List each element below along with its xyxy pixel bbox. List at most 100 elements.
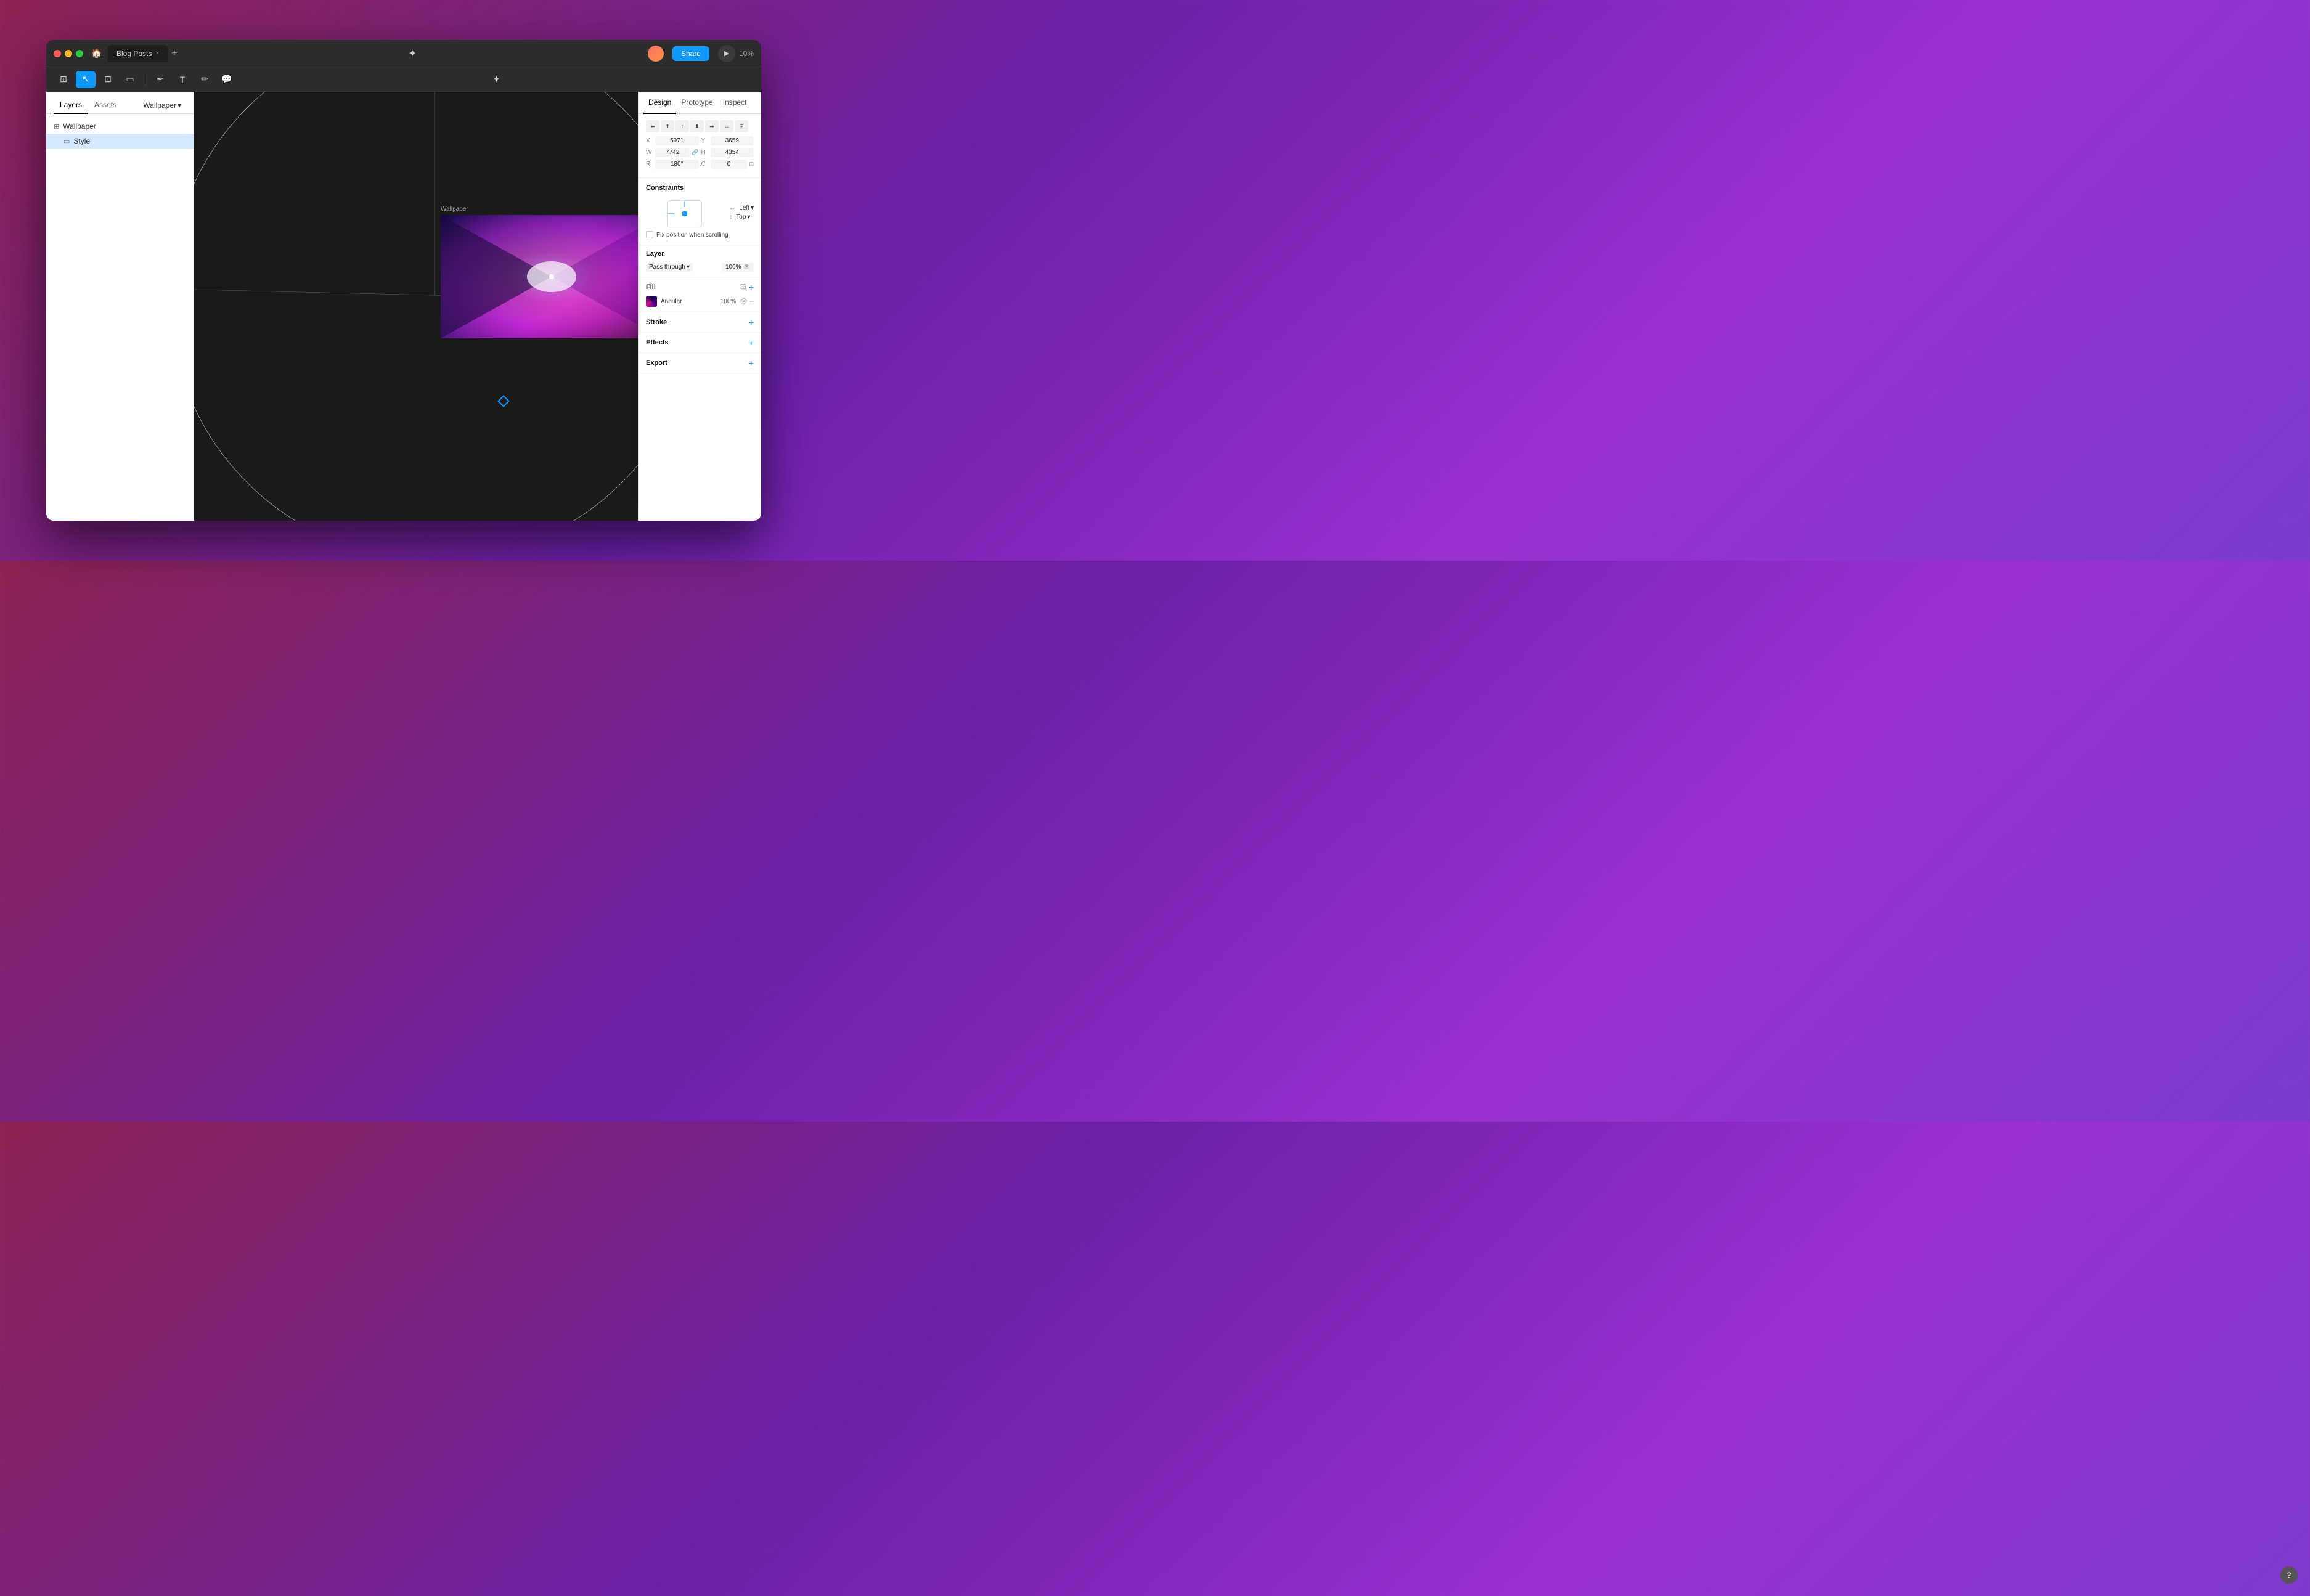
- shape-tool[interactable]: ▭: [120, 71, 140, 88]
- fill-swatch[interactable]: [646, 296, 657, 307]
- effects-section: Effects +: [639, 333, 761, 353]
- panel-tab-inspect[interactable]: Inspect: [718, 92, 752, 114]
- align-left-button[interactable]: ⬅: [646, 120, 659, 132]
- add-export-button[interactable]: +: [749, 358, 754, 368]
- draw-tool[interactable]: ✏: [195, 71, 214, 88]
- add-stroke-button[interactable]: +: [749, 317, 754, 327]
- fix-scroll-label: Fix position when scrolling: [656, 232, 729, 238]
- toolbar-center: ✦: [239, 73, 754, 86]
- fill-item: Angular 100% 👁 −: [646, 296, 754, 307]
- corner-value[interactable]: 0: [711, 160, 748, 169]
- panel-tabs: Design Prototype Inspect: [639, 92, 761, 114]
- constraints-title: Constraints: [646, 184, 754, 192]
- close-button[interactable]: [54, 50, 61, 57]
- align-top-button[interactable]: ⬆: [661, 120, 674, 132]
- gradient-svg: [441, 215, 638, 338]
- constraints-selects: ↔ Left ▾ ↕ Top ▾: [729, 205, 754, 223]
- layers-section: ⊞ Wallpaper ▭ Style: [46, 114, 194, 153]
- corner-prop: C 0 ⊡: [701, 160, 754, 169]
- main-content: Layers Assets Wallpaper ▾ ⊞ Wallpaper ▭ …: [46, 92, 761, 521]
- lock-icon[interactable]: 🔗: [692, 149, 698, 156]
- left-constraint-select[interactable]: Left ▾: [739, 205, 754, 211]
- sidebar-tabs: Layers Assets Wallpaper ▾: [46, 92, 194, 114]
- horizontal-constraint: ↔ Left ▾: [729, 205, 754, 211]
- layer-rect-icon: ▭: [63, 137, 70, 145]
- panel-tab-prototype[interactable]: Prototype: [676, 92, 717, 114]
- h-prop: H 4354: [701, 148, 754, 157]
- sidebar-tab-assets[interactable]: Assets: [88, 97, 123, 114]
- layer-row: Pass through ▾ 100% 👁: [646, 263, 754, 272]
- position-grid: X 5971 Y 3659 W 7742 🔗 H 4354: [646, 136, 754, 169]
- w-label: W: [646, 149, 653, 156]
- blend-mode-select[interactable]: Pass through ▾: [646, 263, 693, 272]
- fill-grid-icon[interactable]: ⊞: [740, 282, 746, 292]
- share-button[interactable]: Share: [672, 46, 709, 61]
- fix-scroll-checkbox[interactable]: [646, 231, 653, 238]
- layer-item-wallpaper[interactable]: ⊞ Wallpaper: [46, 119, 194, 134]
- align-row: ⬅ ⬆ ↕ ⬇ ➡ ↔ ⊞: [646, 120, 754, 132]
- stroke-row: Stroke +: [646, 317, 754, 327]
- visibility-icon[interactable]: 👁: [743, 264, 750, 271]
- layer-style-label: Style: [73, 137, 90, 145]
- export-row: Export +: [646, 358, 754, 368]
- fill-visibility-icon[interactable]: 👁: [740, 298, 748, 305]
- canvas-area[interactable]: Wallpaper: [194, 92, 638, 521]
- align-right-button[interactable]: ➡: [705, 120, 719, 132]
- align-center-v-button[interactable]: ↕: [675, 120, 689, 132]
- y-value[interactable]: 3659: [711, 136, 754, 145]
- rotation-prop: R 180°: [646, 160, 699, 169]
- align-bottom-button[interactable]: ⬇: [690, 120, 704, 132]
- zoom-level[interactable]: 10%: [739, 49, 754, 58]
- top-constraint-select[interactable]: Top ▾: [736, 214, 754, 221]
- select-tool[interactable]: ↖: [76, 71, 96, 88]
- distribute-button[interactable]: ⊞: [735, 120, 748, 132]
- vertical-constraint: ↕ Top ▾: [729, 214, 754, 221]
- fix-scroll-row: Fix position when scrolling: [646, 231, 754, 238]
- opacity-control[interactable]: 100% 👁: [722, 263, 754, 272]
- title-right: Share ▶ 10%: [648, 45, 754, 62]
- wallpaper-element[interactable]: [441, 215, 638, 338]
- sidebar-tab-layers[interactable]: Layers: [54, 97, 88, 114]
- panel-tab-design[interactable]: Design: [643, 92, 676, 114]
- minimize-button[interactable]: [65, 50, 72, 57]
- w-value[interactable]: 7742: [655, 148, 690, 157]
- play-button[interactable]: ▶: [718, 45, 735, 62]
- fill-title: Fill: [646, 283, 656, 291]
- new-tab-button[interactable]: +: [171, 48, 177, 59]
- y-label: Y: [701, 137, 709, 144]
- app-window: 🏠 Blog Posts × + ✦ Share ▶ 10% ⊞ ↖ ⊡ ▭ ✒…: [46, 40, 761, 521]
- h-label: H: [701, 149, 709, 156]
- constraint-dot: [682, 211, 687, 216]
- corner-label: C: [701, 161, 709, 168]
- fill-section-header: Fill ⊞ +: [646, 282, 754, 292]
- frame-tool[interactable]: ⊡: [98, 71, 118, 88]
- center-handle[interactable]: [549, 274, 554, 279]
- help-button[interactable]: ?: [2280, 1566, 2298, 1584]
- add-effects-button[interactable]: +: [749, 338, 754, 348]
- rotation-label: R: [646, 161, 653, 168]
- maximize-button[interactable]: [76, 50, 83, 57]
- expand-icon[interactable]: ⊡: [749, 161, 754, 168]
- pen-tool[interactable]: ✒: [150, 71, 170, 88]
- right-panel: Design Prototype Inspect ⬅ ⬆ ↕ ⬇ ➡ ↔: [638, 92, 761, 521]
- fill-icons: 👁 −: [740, 297, 754, 306]
- remove-fill-button[interactable]: −: [749, 297, 754, 306]
- sidebar-tab-wallpaper[interactable]: Wallpaper ▾: [138, 97, 186, 113]
- text-tool[interactable]: T: [173, 71, 192, 88]
- fill-opacity-value[interactable]: 100%: [720, 298, 737, 305]
- fill-header-icons: ⊞ +: [740, 282, 754, 292]
- rotation-value[interactable]: 180°: [655, 160, 699, 169]
- h-value[interactable]: 4354: [711, 148, 754, 157]
- control-handle-diamond[interactable]: [497, 395, 510, 407]
- document-tab[interactable]: Blog Posts ×: [108, 45, 168, 62]
- home-button[interactable]: 🏠: [89, 46, 104, 61]
- tab-close-button[interactable]: ×: [155, 50, 159, 57]
- constraints-widget: [667, 200, 702, 227]
- move-tool[interactable]: ⊞: [54, 71, 73, 88]
- add-fill-button[interactable]: +: [749, 282, 754, 292]
- comment-tool[interactable]: 💬: [217, 71, 237, 88]
- x-value[interactable]: 5971: [655, 136, 699, 145]
- align-center-h-button[interactable]: ↔: [720, 120, 733, 132]
- layer-item-style[interactable]: ▭ Style: [46, 134, 194, 149]
- align-section: ⬅ ⬆ ↕ ⬇ ➡ ↔ ⊞ X 5971 Y 3659: [639, 114, 761, 178]
